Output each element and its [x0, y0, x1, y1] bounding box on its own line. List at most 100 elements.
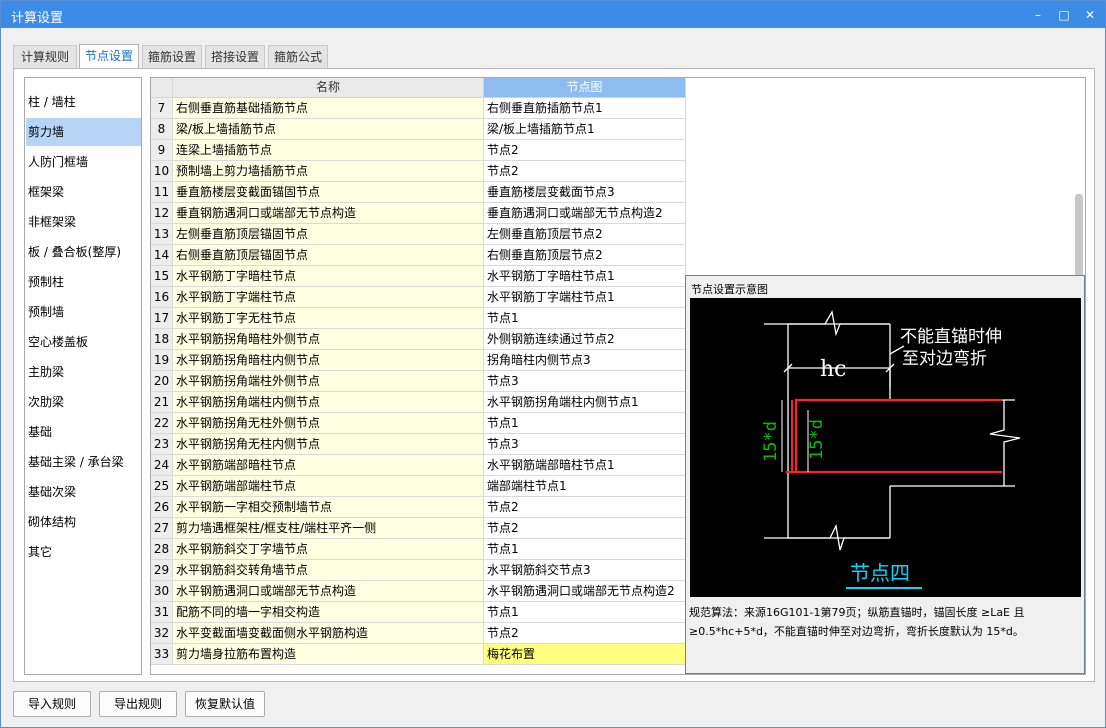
- row-number[interactable]: 32: [151, 623, 173, 644]
- category-item[interactable]: 主肋梁: [26, 358, 141, 386]
- row-name-cell[interactable]: 水平钢筋丁字无柱节点: [173, 308, 484, 329]
- row-node-cell[interactable]: 水平钢筋拐角端柱内侧节点1: [484, 392, 686, 413]
- close-button[interactable]: ✕: [1079, 5, 1101, 25]
- row-node-cell[interactable]: 水平钢筋丁字暗柱节点1: [484, 266, 686, 287]
- row-number[interactable]: 24: [151, 455, 173, 476]
- row-name-cell[interactable]: 水平钢筋一字相交预制墙节点: [173, 497, 484, 518]
- row-number[interactable]: 12: [151, 203, 173, 224]
- row-node-cell[interactable]: 节点1: [484, 413, 686, 434]
- row-node-cell[interactable]: 节点2: [484, 140, 686, 161]
- row-number[interactable]: 26: [151, 497, 173, 518]
- table-row[interactable]: 29 水平钢筋斜交转角墙节点 水平钢筋斜交节点3: [151, 560, 687, 581]
- table-row[interactable]: 24 水平钢筋端部暗柱节点 水平钢筋端部暗柱节点1: [151, 455, 687, 476]
- tab-node-settings[interactable]: 节点设置: [79, 44, 139, 69]
- row-number[interactable]: 30: [151, 581, 173, 602]
- row-node-cell[interactable]: 水平钢筋遇洞口或端部无节点构造2: [484, 581, 686, 602]
- row-name-cell[interactable]: 水平钢筋端部端柱节点: [173, 476, 484, 497]
- row-name-cell[interactable]: 右侧垂直筋基础插筋节点: [173, 98, 484, 119]
- row-node-cell[interactable]: 水平钢筋丁字端柱节点1: [484, 287, 686, 308]
- export-rules-button[interactable]: 导出规则: [99, 691, 177, 717]
- table-row[interactable]: 7 右侧垂直筋基础插筋节点 右侧垂直筋插筋节点1: [151, 98, 687, 119]
- category-item[interactable]: 框架梁: [26, 178, 141, 206]
- row-number[interactable]: 15: [151, 266, 173, 287]
- grid-scrollbar-thumb[interactable]: [1075, 194, 1083, 280]
- row-number[interactable]: 31: [151, 602, 173, 623]
- row-name-cell[interactable]: 水平钢筋拐角无柱外侧节点: [173, 413, 484, 434]
- row-node-cell[interactable]: 垂直筋楼层变截面节点3: [484, 182, 686, 203]
- table-row[interactable]: 10 预制墙上剪力墙插筋节点 节点2: [151, 161, 687, 182]
- tab-stirrup-settings[interactable]: 箍筋设置: [142, 45, 202, 68]
- row-node-cell[interactable]: 节点1: [484, 602, 686, 623]
- row-node-cell[interactable]: 节点2: [484, 497, 686, 518]
- row-number[interactable]: 16: [151, 287, 173, 308]
- row-node-cell[interactable]: 节点3: [484, 434, 686, 455]
- table-row[interactable]: 25 水平钢筋端部端柱节点 端部端柱节点1: [151, 476, 687, 497]
- category-item[interactable]: 板 / 叠合板(整厚): [26, 238, 141, 266]
- category-item[interactable]: 砌体结构: [26, 508, 141, 536]
- row-node-cell[interactable]: 拐角暗柱内侧节点3: [484, 350, 686, 371]
- row-number[interactable]: 23: [151, 434, 173, 455]
- row-node-cell[interactable]: 左侧垂直筋顶层节点2: [484, 224, 686, 245]
- table-row[interactable]: 27 剪力墙遇框架柱/框支柱/端柱平齐一侧 节点2: [151, 518, 687, 539]
- import-rules-button[interactable]: 导入规则: [13, 691, 91, 717]
- maximize-button[interactable]: □: [1053, 5, 1075, 25]
- row-number[interactable]: 29: [151, 560, 173, 581]
- table-row[interactable]: 22 水平钢筋拐角无柱外侧节点 节点1: [151, 413, 687, 434]
- row-node-cell[interactable]: 端部端柱节点1: [484, 476, 686, 497]
- row-name-cell[interactable]: 水平钢筋拐角暗柱内侧节点: [173, 350, 484, 371]
- row-name-cell[interactable]: 水平钢筋丁字端柱节点: [173, 287, 484, 308]
- row-number[interactable]: 11: [151, 182, 173, 203]
- row-number[interactable]: 8: [151, 119, 173, 140]
- category-item[interactable]: 其它: [26, 538, 141, 566]
- table-row[interactable]: 23 水平钢筋拐角无柱内侧节点 节点3: [151, 434, 687, 455]
- row-number[interactable]: 17: [151, 308, 173, 329]
- row-number[interactable]: 27: [151, 518, 173, 539]
- table-row[interactable]: 18 水平钢筋拐角暗柱外侧节点 外侧钢筋连续通过节点2: [151, 329, 687, 350]
- table-row[interactable]: 19 水平钢筋拐角暗柱内侧节点 拐角暗柱内侧节点3: [151, 350, 687, 371]
- table-row[interactable]: 9 连梁上墙插筋节点 节点2: [151, 140, 687, 161]
- minimize-button[interactable]: –: [1027, 5, 1049, 25]
- table-row[interactable]: 16 水平钢筋丁字端柱节点 水平钢筋丁字端柱节点1: [151, 287, 687, 308]
- row-node-cell[interactable]: 节点2: [484, 518, 686, 539]
- row-number[interactable]: 25: [151, 476, 173, 497]
- category-item[interactable]: 基础: [26, 418, 141, 446]
- row-name-cell[interactable]: 左侧垂直筋顶层锚固节点: [173, 224, 484, 245]
- table-row[interactable]: 28 水平钢筋斜交丁字墙节点 节点1: [151, 539, 687, 560]
- category-item[interactable]: 空心楼盖板: [26, 328, 141, 356]
- category-item[interactable]: 柱 / 墙柱: [26, 88, 141, 116]
- row-name-cell[interactable]: 剪力墙身拉筋布置构造: [173, 644, 484, 665]
- row-node-cell[interactable]: 节点1: [484, 539, 686, 560]
- table-row[interactable]: 30 水平钢筋遇洞口或端部无节点构造 水平钢筋遇洞口或端部无节点构造2: [151, 581, 687, 602]
- row-name-cell[interactable]: 水平钢筋斜交转角墙节点: [173, 560, 484, 581]
- row-number[interactable]: 9: [151, 140, 173, 161]
- row-node-cell[interactable]: 节点1: [484, 308, 686, 329]
- row-number[interactable]: 28: [151, 539, 173, 560]
- table-row[interactable]: 15 水平钢筋丁字暗柱节点 水平钢筋丁字暗柱节点1: [151, 266, 687, 287]
- table-row[interactable]: 26 水平钢筋一字相交预制墙节点 节点2: [151, 497, 687, 518]
- table-row[interactable]: 14 右侧垂直筋顶层锚固节点 右侧垂直筋顶层节点2: [151, 245, 687, 266]
- column-header-node[interactable]: 节点图: [484, 78, 686, 98]
- row-number[interactable]: 10: [151, 161, 173, 182]
- row-name-cell[interactable]: 剪力墙遇框架柱/框支柱/端柱平齐一侧: [173, 518, 484, 539]
- restore-defaults-button[interactable]: 恢复默认值: [185, 691, 265, 717]
- category-item[interactable]: 人防门框墙: [26, 148, 141, 176]
- category-item[interactable]: 预制柱: [26, 268, 141, 296]
- row-node-cell[interactable]: 水平钢筋斜交节点3: [484, 560, 686, 581]
- row-name-cell[interactable]: 水平钢筋遇洞口或端部无节点构造: [173, 581, 484, 602]
- table-row[interactable]: 8 梁/板上墙插筋节点 梁/板上墙插筋节点1: [151, 119, 687, 140]
- row-node-cell[interactable]: 梅花布置: [484, 644, 686, 665]
- table-row[interactable]: 21 水平钢筋拐角端柱内侧节点 水平钢筋拐角端柱内侧节点1: [151, 392, 687, 413]
- table-row[interactable]: 13 左侧垂直筋顶层锚固节点 左侧垂直筋顶层节点2: [151, 224, 687, 245]
- row-node-cell[interactable]: 节点2: [484, 161, 686, 182]
- table-row[interactable]: 20 水平钢筋拐角端柱外侧节点 节点3: [151, 371, 687, 392]
- table-row[interactable]: 11 垂直筋楼层变截面锚固节点 垂直筋楼层变截面节点3: [151, 182, 687, 203]
- row-name-cell[interactable]: 梁/板上墙插筋节点: [173, 119, 484, 140]
- row-node-cell[interactable]: 水平钢筋端部暗柱节点1: [484, 455, 686, 476]
- row-name-cell[interactable]: 垂直钢筋遇洞口或端部无节点构造: [173, 203, 484, 224]
- tab-calc-rules[interactable]: 计算规则: [13, 45, 77, 68]
- row-name-cell[interactable]: 水平变截面墙变截面侧水平钢筋构造: [173, 623, 484, 644]
- row-name-cell[interactable]: 右侧垂直筋顶层锚固节点: [173, 245, 484, 266]
- table-row[interactable]: 17 水平钢筋丁字无柱节点 节点1: [151, 308, 687, 329]
- row-node-cell[interactable]: 右侧垂直筋顶层节点2: [484, 245, 686, 266]
- row-node-cell[interactable]: 右侧垂直筋插筋节点1: [484, 98, 686, 119]
